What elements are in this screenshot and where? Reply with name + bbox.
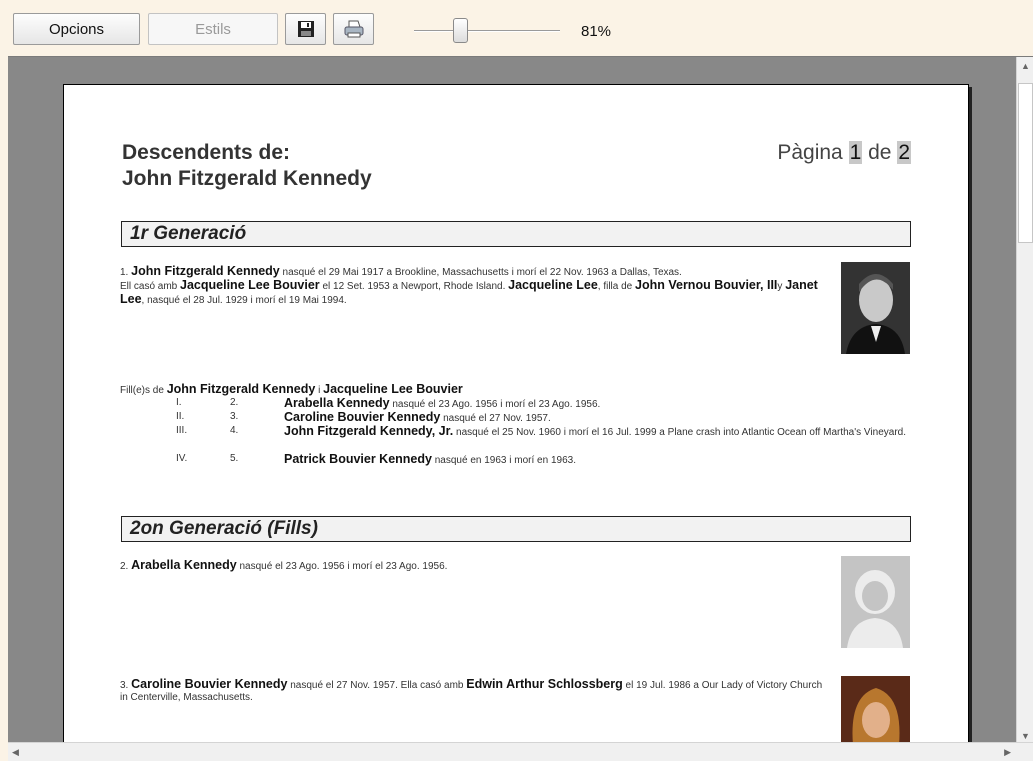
scroll-up-icon[interactable]: ▲	[1021, 61, 1030, 71]
jfk-photo	[841, 262, 910, 354]
scroll-down-icon[interactable]: ▼	[1021, 731, 1030, 741]
report-subject: John Fitzgerald Kennedy	[122, 167, 372, 190]
child-link[interactable]: Patrick Bouvier Kennedy	[284, 452, 432, 466]
page-indicator: Pàgina 1 de 2	[777, 141, 911, 165]
vertical-scroll-thumb[interactable]	[1018, 83, 1033, 243]
placeholder-avatar	[841, 556, 910, 648]
list-item: II. 3. Caroline Bouvier Kennedy nasqué e…	[176, 410, 551, 424]
print-button[interactable]	[333, 13, 374, 45]
report-title: Descendents de:	[122, 141, 291, 164]
caroline-photo	[841, 676, 910, 745]
list-item: I. 2. Arabella Kennedy nasqué el 23 Ago.…	[176, 396, 601, 410]
list-item: III. 4. John Fitzgerald Kennedy, Jr. nas…	[176, 424, 906, 438]
page-current: 1	[848, 141, 863, 164]
save-icon	[297, 21, 314, 37]
scroll-right-icon[interactable]: ▶	[1004, 747, 1011, 758]
list-item: IV. 5. Patrick Bouvier Kennedy nasqué en…	[176, 452, 576, 466]
zoom-slider-track[interactable]	[414, 30, 560, 32]
child-link[interactable]: Arabella Kennedy	[284, 396, 390, 410]
vertical-scrollbar[interactable]: ▲ ▼	[1016, 57, 1033, 743]
save-button[interactable]	[285, 13, 326, 45]
person-link[interactable]: John Fitzgerald Kennedy	[131, 264, 280, 278]
page-word: Pàgina	[777, 141, 843, 164]
child-link[interactable]: John Fitzgerald Kennedy, Jr.	[284, 424, 453, 438]
father-link[interactable]: John Vernou Bouvier, III	[635, 278, 777, 292]
person-3-entry: 3. Caroline Bouvier Kennedy nasqué el 27…	[120, 677, 823, 703]
zoom-level: 81%	[581, 23, 612, 40]
generation-1-heading: 1r Generació	[121, 221, 911, 247]
options-button[interactable]: Opcions	[13, 13, 140, 45]
scroll-left-icon[interactable]: ◀	[12, 747, 19, 758]
horizontal-scrollbar[interactable]: ◀ ▶	[8, 742, 1033, 761]
person-2-entry: 2. Arabella Kennedy nasqué el 23 Ago. 19…	[120, 558, 448, 572]
page-total: 2	[897, 141, 911, 164]
generation-2-heading: 2on Generació (Fills)	[121, 516, 911, 542]
print-icon	[344, 20, 363, 38]
spouse-link[interactable]: Jacqueline Lee Bouvier	[180, 278, 320, 292]
person-link[interactable]: Arabella Kennedy	[131, 558, 237, 572]
person-1-entry: 1. John Fitzgerald Kennedy nasqué el 29 …	[120, 264, 818, 306]
spouse-link[interactable]: Edwin Arthur Schlossberg	[466, 677, 623, 691]
person-link[interactable]: Caroline Bouvier Kennedy	[131, 677, 287, 691]
child-link[interactable]: Caroline Bouvier Kennedy	[284, 410, 440, 424]
toolbar: Opcions Estils 81%	[0, 0, 1033, 56]
zoom-slider-thumb[interactable]	[453, 18, 468, 43]
report-page: Descendents de: John Fitzgerald Kennedy …	[63, 84, 969, 761]
children-intro: Fill(e)s de John Fitzgerald Kennedy i Ja…	[120, 382, 463, 396]
document-viewport[interactable]: Descendents de: John Fitzgerald Kennedy …	[8, 56, 1033, 761]
page-of: de	[868, 141, 892, 164]
children-list: I. 2. Arabella Kennedy nasqué el 23 Ago.…	[176, 397, 911, 467]
styles-button[interactable]: Estils	[148, 13, 278, 45]
